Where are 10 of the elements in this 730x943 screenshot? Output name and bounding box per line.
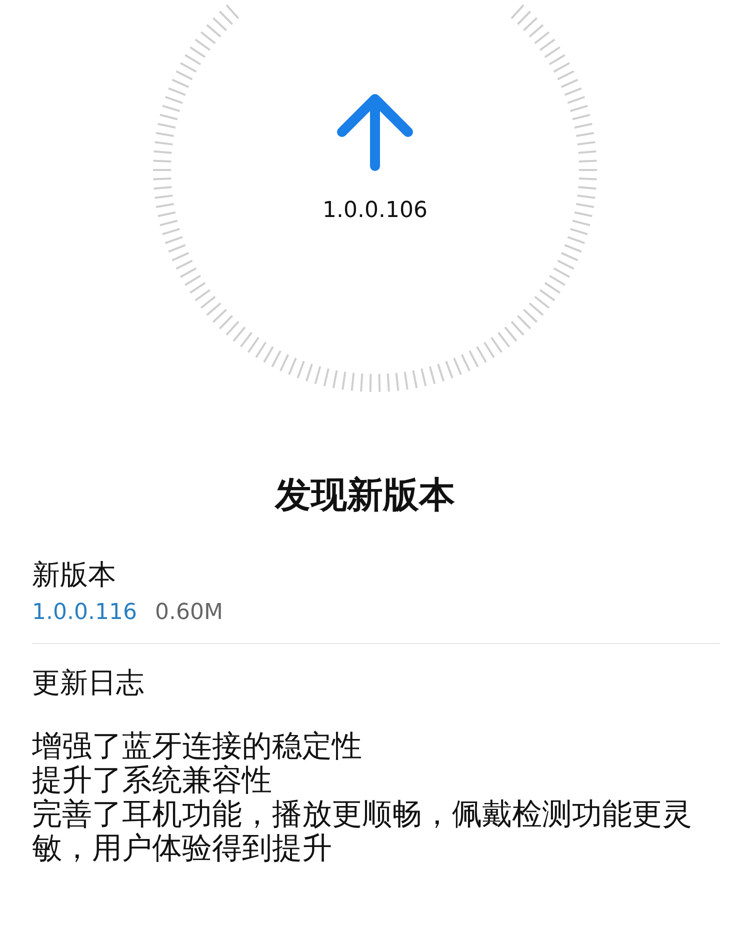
update-title: 发现新版本 [274, 474, 456, 518]
up-arrow-icon [337, 94, 413, 171]
new-version-number: 1.0.0.116 [32, 598, 137, 627]
current-version: 1.0.0.106 [322, 198, 428, 223]
changelog-label: 更新日志 [32, 664, 145, 701]
new-version-label: 新版本 [32, 557, 117, 594]
changelog-line: 提升了系统兼容性 [32, 764, 273, 798]
changelog-line: 完善了耳机功能，播放更顺畅，佩戴检测功能更灵敏，用户体验得到提升 [32, 798, 693, 866]
package-size: 0.60M [154, 598, 223, 627]
changelog-line: 增强了蓝牙连接的稳定性 [32, 730, 363, 764]
